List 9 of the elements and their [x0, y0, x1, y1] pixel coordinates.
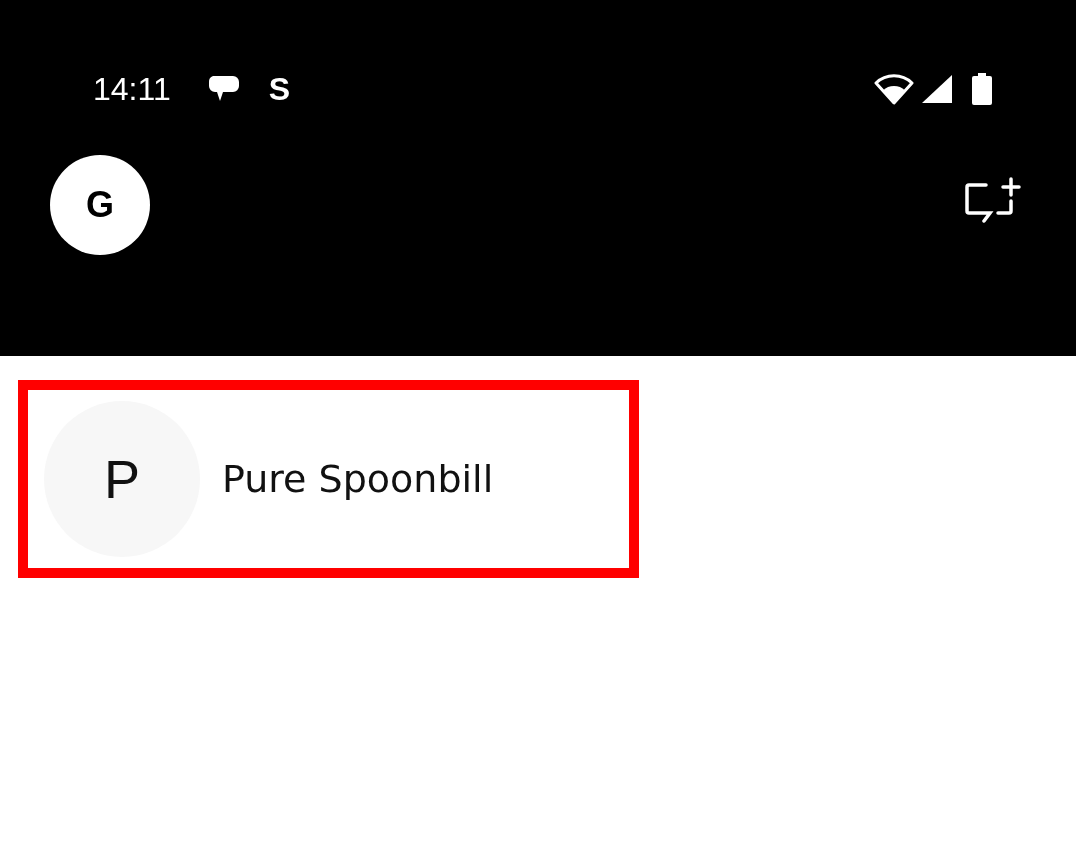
account-avatar[interactable]: G: [50, 155, 150, 255]
contact-name: Pure Spoonbill: [222, 457, 494, 501]
notification-app-letter: S: [268, 70, 291, 108]
contact-avatar: P: [44, 401, 200, 557]
battery-icon: [972, 73, 992, 105]
wifi-icon: [874, 73, 914, 105]
status-time: 14:11: [93, 70, 171, 108]
signal-icon: [920, 73, 954, 105]
conversation-item[interactable]: P Pure Spoonbill: [18, 380, 639, 578]
